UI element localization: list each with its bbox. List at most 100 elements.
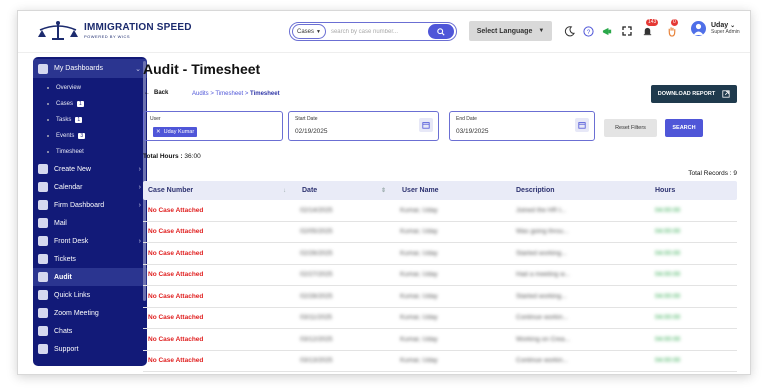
bell-icon [643, 27, 651, 35]
notifications-button[interactable]: 143 [640, 19, 659, 38]
user-filter[interactable]: User ✕ Uday Kumar [143, 111, 283, 141]
table-row[interactable]: No Case Attached 02/26/2025 Kumar, Uday Sta… [143, 243, 737, 265]
dark-mode-toggle[interactable] [562, 24, 576, 38]
case-number-cell[interactable]: No Case Attached [143, 222, 296, 243]
user-name-cell: Kumar, Uday [400, 314, 438, 322]
sidebar-item-firm-dashboard[interactable]: Firm Dashboard › [33, 196, 147, 214]
sidebar-sub-cases[interactable]: Cases 1 [33, 96, 147, 112]
count-badge: 1 [77, 101, 84, 107]
user-name: Uday [711, 21, 729, 29]
sort-icon[interactable]: ⇕ [381, 187, 386, 194]
user-name-cell: Kumar, Uday [400, 271, 438, 279]
sort-icon[interactable]: ↓ [283, 188, 286, 194]
export-icon [722, 90, 730, 98]
user-name-cell: Kumar, Uday [400, 357, 438, 365]
sidebar-item-front-desk[interactable]: Front Desk › [33, 232, 147, 250]
sidebar-item-chats[interactable]: Chats [33, 322, 147, 340]
table-row[interactable]: No Case Attached 02/28/2025 Kumar, Uday Sta… [143, 286, 737, 308]
user-chip[interactable]: ✕ Uday Kumar [153, 127, 198, 137]
total-hours-value: 36:00 [182, 153, 201, 160]
sidebar-item-tickets[interactable]: Tickets [33, 250, 147, 268]
search-input[interactable] [325, 28, 428, 35]
table-row[interactable]: No Case Attached 03/12/2025 Kumar, Uday Wor… [143, 329, 737, 351]
start-date-picker-button[interactable] [419, 118, 433, 132]
table-row[interactable]: No Case Attached 02/05/2025 Kumar, Uday Was… [143, 222, 737, 243]
table-row[interactable]: No Case Attached 03/13/2025 Kumar, Uday Con… [143, 351, 737, 372]
table-header: Case Number ↓ Date ⇕ User Name Description… [143, 181, 737, 200]
brand-tagline: POWERED BY WICS [84, 34, 131, 39]
back-button[interactable]: ← Back [144, 90, 168, 96]
sidebar-sub-events[interactable]: Events 3 [33, 128, 147, 144]
help-button[interactable]: ? [581, 24, 595, 38]
download-report-button[interactable]: DOWNLOAD REPORT [651, 85, 737, 103]
case-number-cell[interactable]: No Case Attached [143, 286, 296, 307]
total-records: Total Records : 9 [688, 170, 737, 177]
lock-icon [38, 200, 48, 210]
user-icon [693, 23, 704, 35]
language-selector[interactable]: Select Language ▼ [469, 21, 552, 41]
expand-icon [622, 26, 632, 36]
case-number-cell[interactable]: No Case Attached [143, 329, 296, 350]
table-row[interactable]: No Case Attached 03/11/2025 Kumar, Uday Con… [143, 308, 737, 329]
announcements-button[interactable] [600, 24, 614, 38]
alerts-button[interactable]: 0 [665, 19, 679, 38]
svg-text:?: ? [586, 28, 590, 35]
alerts-badge: 0 [671, 19, 678, 26]
column-header-user-name[interactable]: User Name [396, 181, 512, 200]
sidebar-sub-overview[interactable]: Overview [33, 80, 147, 96]
hours-cell: 04:00:00 [655, 292, 681, 300]
column-header-hours[interactable]: Hours [651, 181, 737, 200]
sidebar-item-zoom-meeting[interactable]: Zoom Meeting [33, 304, 147, 322]
table-row[interactable]: No Case Attached 02/27/2025 Kumar, Uday Had… [143, 265, 737, 286]
case-number-cell[interactable]: No Case Attached [143, 308, 296, 329]
sidebar-item-support[interactable]: Support [33, 340, 147, 358]
reset-filters-button[interactable]: Reset Filters [604, 119, 657, 137]
case-number-cell[interactable]: No Case Attached [143, 243, 296, 264]
top-bar: IMMIGRATION SPEED POWERED BY WICS Cases … [18, 11, 750, 53]
sidebar-item-my-dashboards[interactable]: My Dashboards ⌄ [33, 59, 147, 78]
case-number-cell[interactable]: No Case Attached [143, 351, 296, 372]
description-cell: Started working... [516, 249, 567, 257]
hours-cell: 04:00:00 [655, 206, 681, 214]
date-cell: 03/11/2025 [300, 314, 333, 322]
scales-logo-icon [36, 20, 80, 42]
search-submit-button[interactable]: SEARCH [665, 119, 703, 137]
sidebar-sub-timesheet[interactable]: Timesheet [33, 144, 147, 160]
sidebar-item-create-new[interactable]: Create New › [33, 160, 147, 178]
megaphone-icon [602, 27, 611, 35]
sidebar-item-mail[interactable]: Mail [33, 214, 147, 232]
chevron-right-icon: › [138, 201, 141, 209]
description-cell: Started working... [516, 292, 567, 300]
table-row[interactable]: No Case Attached 02/14/2025 Kumar, Uday Joi… [143, 200, 737, 222]
user-name-cell: Kumar, Uday [400, 292, 438, 300]
start-date-field[interactable]: Start Date 02/19/2025 [288, 111, 439, 141]
sidebar-item-calendar[interactable]: Calendar › [33, 178, 147, 196]
date-cell: 02/27/2025 [300, 271, 333, 279]
search-button[interactable] [428, 24, 454, 39]
column-header-description[interactable]: Description [512, 181, 651, 200]
sidebar-item-quick-links[interactable]: Quick Links [33, 286, 147, 304]
description-cell: Working on Crea... [516, 335, 571, 343]
column-header-case-number[interactable]: Case Number ↓ [143, 181, 296, 200]
column-header-date[interactable]: Date ⇕ [296, 181, 396, 200]
moon-icon [564, 25, 575, 36]
brand-logo[interactable]: IMMIGRATION SPEED POWERED BY WICS [36, 17, 192, 45]
calendar-icon [38, 182, 48, 192]
fullscreen-button[interactable] [620, 24, 634, 38]
timesheet-table: Case Number ↓ Date ⇕ User Name Description… [143, 181, 737, 372]
chevron-down-icon: ▼ [316, 28, 321, 35]
count-badge: 3 [78, 133, 86, 139]
case-number-cell[interactable]: No Case Attached [143, 265, 296, 286]
breadcrumb-path[interactable]: Audits > Timesheet > [192, 91, 250, 97]
user-menu[interactable]: Uday ⌄ Super Admin [691, 21, 740, 36]
case-number-cell[interactable]: No Case Attached [143, 200, 296, 221]
avatar [691, 21, 706, 36]
search-scope-select[interactable]: Cases ▼ [292, 24, 326, 39]
sidebar-sub-tasks[interactable]: Tasks 1 [33, 112, 147, 128]
hours-cell: 04:00:00 [655, 335, 681, 343]
sidebar-item-audit[interactable]: Audit [33, 268, 147, 286]
end-date-field[interactable]: End Date 03/19/2025 [449, 111, 595, 141]
chat-icon [38, 326, 48, 336]
end-date-picker-button[interactable] [575, 118, 589, 132]
close-icon[interactable]: ✕ [156, 129, 161, 135]
